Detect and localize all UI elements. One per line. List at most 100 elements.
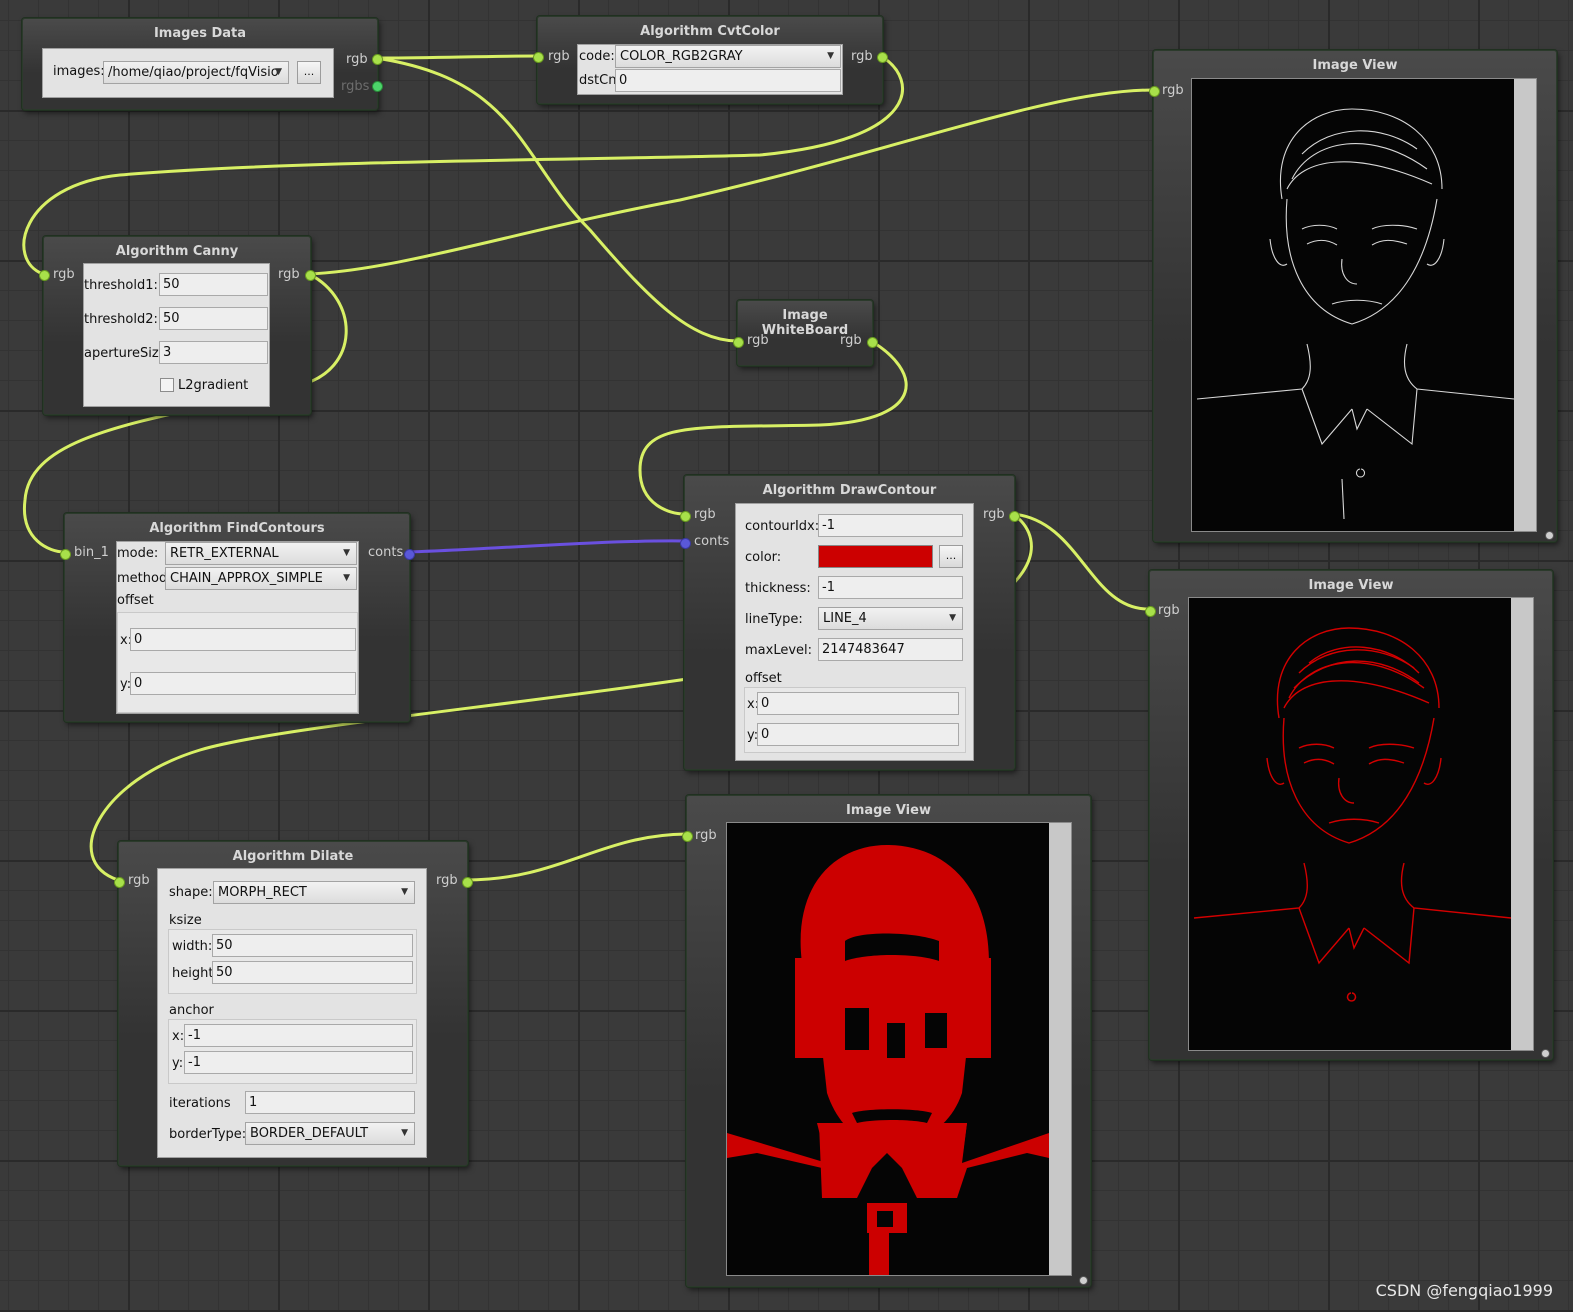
input-port-rgb[interactable] bbox=[533, 52, 544, 63]
thickness-label: thickness: bbox=[745, 581, 811, 596]
offset-x-input[interactable]: 0 bbox=[757, 692, 959, 715]
vertical-scrollbar[interactable] bbox=[1511, 598, 1533, 1050]
method-select[interactable]: CHAIN_APPROX_SIMPLE ▼ bbox=[165, 567, 357, 590]
offset-y-input[interactable]: 0 bbox=[757, 723, 959, 746]
output-port-rgb[interactable] bbox=[867, 337, 878, 348]
ksize-height-label: height: bbox=[172, 966, 218, 981]
whiteboard-node[interactable]: Image WhiteBoard rgb rgb bbox=[733, 300, 878, 366]
anchor-label: anchor bbox=[169, 1003, 214, 1018]
anchor-y-label: y: bbox=[172, 1056, 184, 1071]
bordertype-select[interactable]: BORDER_DEFAULT ▼ bbox=[245, 1122, 415, 1145]
input-port-bin[interactable] bbox=[60, 549, 71, 560]
chevron-down-icon: ▼ bbox=[275, 67, 282, 77]
linetype-value: LINE_4 bbox=[823, 611, 867, 626]
code-label: code: bbox=[579, 49, 615, 64]
findcontours-node[interactable]: Algorithm FindContours bin_1 mode: RETR_… bbox=[60, 513, 415, 722]
anchor-y-input[interactable]: -1 bbox=[184, 1051, 413, 1074]
node-title: Image View bbox=[846, 803, 931, 818]
dstcn-input[interactable]: 0 bbox=[615, 69, 841, 92]
input-port-rgb[interactable] bbox=[114, 877, 125, 888]
code-value: COLOR_RGB2GRAY bbox=[620, 49, 743, 64]
ksize-group: width: 50 height: 50 bbox=[168, 929, 417, 994]
maxlevel-input[interactable]: 2147483647 bbox=[818, 638, 963, 661]
canny-node[interactable]: Algorithm Canny rgb threshold1: 50 thres… bbox=[39, 236, 316, 415]
vertical-scrollbar[interactable] bbox=[1049, 823, 1071, 1275]
output-port-rgb[interactable] bbox=[1009, 511, 1020, 522]
output-port-rgb[interactable] bbox=[372, 54, 383, 65]
dilate-node[interactable]: Algorithm Dilate rgb shape: MORPH_RECT ▼… bbox=[114, 841, 473, 1166]
image-display bbox=[1188, 597, 1534, 1051]
input-port-rgb[interactable] bbox=[682, 831, 693, 842]
shape-select[interactable]: MORPH_RECT ▼ bbox=[213, 881, 415, 904]
color-picker-button[interactable]: ... bbox=[939, 545, 963, 568]
iterations-input[interactable]: 1 bbox=[245, 1091, 415, 1114]
output-port-rgb[interactable] bbox=[305, 270, 316, 281]
images-path-select[interactable]: /home/qiao/project/fqVisio ▼ bbox=[103, 61, 289, 84]
contour-portrait-image bbox=[1193, 627, 1511, 1002]
input-port-conts[interactable] bbox=[680, 538, 691, 549]
resize-handle[interactable] bbox=[1079, 1276, 1088, 1285]
input-port-label: rgb bbox=[695, 828, 717, 843]
output-port-label: rgb bbox=[840, 333, 862, 348]
color-swatch[interactable] bbox=[818, 545, 933, 568]
input-port-rgb[interactable] bbox=[733, 337, 744, 348]
resize-handle[interactable] bbox=[1545, 531, 1554, 540]
cvtcolor-node[interactable]: Algorithm CvtColor rgb code: COLOR_RGB2G… bbox=[533, 16, 888, 104]
input-port-rgb[interactable] bbox=[680, 511, 691, 522]
input-port-rgb[interactable] bbox=[1145, 606, 1156, 617]
code-select[interactable]: COLOR_RGB2GRAY ▼ bbox=[615, 45, 841, 68]
color-label: color: bbox=[745, 550, 782, 565]
chevron-down-icon: ▼ bbox=[401, 1128, 408, 1138]
ksize-width-label: width: bbox=[172, 939, 213, 954]
input-port-rgb[interactable] bbox=[1149, 86, 1160, 97]
shape-label: shape: bbox=[169, 885, 213, 900]
output-port-conts[interactable] bbox=[404, 549, 415, 560]
offset-group: x: 0 y: 0 bbox=[744, 687, 966, 753]
node-title: Algorithm CvtColor bbox=[640, 24, 780, 39]
mode-value: RETR_EXTERNAL bbox=[170, 546, 279, 561]
offset-label: offset bbox=[745, 671, 782, 686]
output-port-label: rgbs bbox=[341, 79, 370, 94]
wire-dilate-to-view3 bbox=[464, 832, 688, 882]
vertical-scrollbar[interactable] bbox=[1514, 79, 1536, 531]
input-port-label: conts bbox=[694, 534, 730, 549]
aperture-label: apertureSize: bbox=[84, 346, 172, 361]
ksize-width-input[interactable]: 50 bbox=[212, 934, 413, 957]
anchor-x-input[interactable]: -1 bbox=[184, 1024, 413, 1047]
offset-y-input[interactable]: 0 bbox=[130, 672, 356, 695]
threshold2-input[interactable]: 50 bbox=[159, 307, 268, 330]
image-view-node[interactable]: Image View rgb bbox=[1145, 570, 1553, 1060]
threshold1-input[interactable]: 50 bbox=[159, 273, 268, 296]
l2gradient-checkbox[interactable] bbox=[160, 378, 174, 392]
input-port-label: rgb bbox=[53, 267, 75, 282]
aperture-input[interactable]: 3 bbox=[159, 341, 268, 364]
contouridx-input[interactable]: -1 bbox=[818, 514, 963, 537]
thickness-input[interactable]: -1 bbox=[818, 576, 963, 599]
offset-x-input[interactable]: 0 bbox=[130, 628, 356, 651]
chevron-down-icon: ▼ bbox=[343, 573, 350, 583]
contouridx-label: contourIdx: bbox=[745, 519, 820, 534]
input-port-rgb[interactable] bbox=[39, 270, 50, 281]
output-port-rgb[interactable] bbox=[877, 52, 888, 63]
image-view-node[interactable]: Image View rgb bbox=[682, 795, 1091, 1287]
wire-canny-to-view1 bbox=[307, 88, 1155, 276]
input-port-label: rgb bbox=[1158, 603, 1180, 618]
linetype-select[interactable]: LINE_4 ▼ bbox=[818, 607, 963, 630]
output-port-label: conts bbox=[368, 545, 404, 560]
images-path-value: /home/qiao/project/fqVisio bbox=[108, 65, 279, 80]
output-port-rgbs[interactable] bbox=[372, 81, 383, 92]
mode-select[interactable]: RETR_EXTERNAL ▼ bbox=[165, 542, 357, 565]
bordertype-value: BORDER_DEFAULT bbox=[250, 1126, 369, 1141]
images-data-node[interactable]: Images Data images: /home/qiao/project/f… bbox=[22, 18, 383, 110]
output-port-label: rgb bbox=[346, 52, 368, 67]
image-view-node[interactable]: Image View rgb bbox=[1149, 50, 1557, 542]
resize-handle[interactable] bbox=[1541, 1049, 1550, 1058]
drawcontour-node[interactable]: Algorithm DrawContour rgb conts contourI… bbox=[680, 475, 1020, 770]
method-value: CHAIN_APPROX_SIMPLE bbox=[170, 571, 323, 586]
images-panel: images: /home/qiao/project/fqVisio ▼ ... bbox=[42, 48, 334, 98]
output-port-rgb[interactable] bbox=[462, 877, 473, 888]
node-title: Image View bbox=[1312, 58, 1398, 73]
ksize-height-input[interactable]: 50 bbox=[212, 961, 413, 984]
browse-button[interactable]: ... bbox=[297, 61, 321, 84]
findcontours-panel: mode: RETR_EXTERNAL ▼ method: CHAIN_APPR… bbox=[116, 541, 359, 714]
